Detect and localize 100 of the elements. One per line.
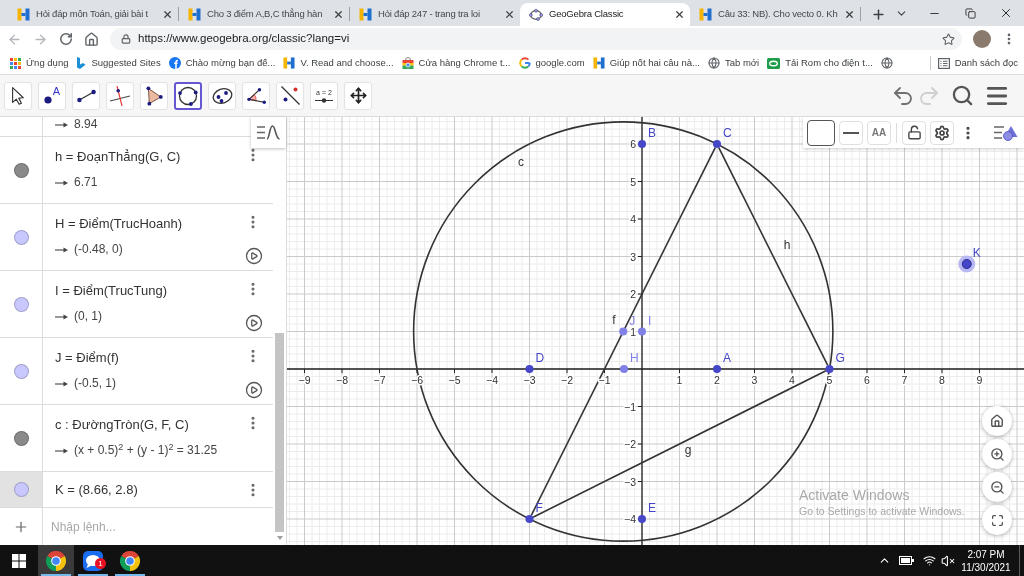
home-icon[interactable] xyxy=(84,31,99,47)
bookmark[interactable]: Tab mới xyxy=(705,55,762,71)
bookmark[interactable]: Ứng dụng xyxy=(8,55,71,71)
point-label: F xyxy=(535,501,543,515)
reading-list-button[interactable]: Danh sách đọc xyxy=(937,55,1018,71)
line-style-button[interactable] xyxy=(839,120,863,145)
zoom-in-icon xyxy=(989,446,1005,462)
close-icon[interactable] xyxy=(504,9,515,20)
address-field[interactable]: https://www.geogebra.org/classic?lang=vi xyxy=(110,28,962,50)
style-bar-toggle[interactable] xyxy=(251,117,286,148)
zoom-out-button[interactable] xyxy=(982,472,1012,502)
close-icon[interactable] xyxy=(999,6,1013,20)
restore-icon[interactable] xyxy=(964,7,976,19)
globe-icon xyxy=(880,57,893,69)
arrow-icon xyxy=(55,447,68,454)
search-icon[interactable] xyxy=(951,84,974,107)
play-icon[interactable] xyxy=(245,381,263,399)
lines-shapes-icon[interactable] xyxy=(994,124,1018,141)
clock-date[interactable]: 11/30/2021 xyxy=(961,560,1011,574)
avatar-placeholder[interactable] xyxy=(973,30,991,48)
browser-tab[interactable]: Cho 3 điểm A,B,C thẳng hàn xyxy=(179,3,349,26)
tick-label: 3 xyxy=(630,250,636,263)
bookmark[interactable]: Giúp nốt hai câu nà... xyxy=(590,55,702,71)
line-points-icon xyxy=(280,86,300,105)
new-tab-icon[interactable] xyxy=(871,7,886,22)
point[interactable] xyxy=(638,515,646,523)
object-label: g xyxy=(684,443,692,457)
tick-label: 4 xyxy=(630,213,636,225)
lock-icon xyxy=(121,34,131,44)
bookmark[interactable]: Tải Rom cho điện t... xyxy=(765,55,875,71)
play-icon[interactable] xyxy=(245,314,263,332)
browser-tab[interactable]: Hỏi đáp môn Toán, giải bài t xyxy=(8,3,178,26)
h-shape-icon xyxy=(699,8,712,21)
close-icon[interactable] xyxy=(162,9,173,20)
play-icon[interactable] xyxy=(245,247,263,265)
text-style-button[interactable]: AA xyxy=(867,120,891,145)
bookmark[interactable] xyxy=(878,57,895,69)
point[interactable] xyxy=(525,515,534,523)
reload-icon[interactable] xyxy=(59,32,73,46)
tick-label: −4 xyxy=(624,513,636,525)
browser-tab[interactable]: Hỏi đáp 247 - trang tra loi xyxy=(350,3,520,26)
grid-icon xyxy=(10,57,21,69)
point[interactable] xyxy=(638,140,646,148)
tick-label: 4 xyxy=(789,374,795,386)
tick-label: −1 xyxy=(598,374,611,386)
lock-button[interactable] xyxy=(902,120,926,145)
color-swatch-button[interactable] xyxy=(807,119,835,146)
speaker-muted-icon[interactable] xyxy=(941,553,955,568)
algebra-definition: K = (8.66, 2.8) xyxy=(55,480,138,499)
bookmark[interactable]: Cửa hàng Chrome t... xyxy=(399,55,513,71)
settings-button[interactable] xyxy=(930,120,954,145)
algebra-definition: h = ĐoạnThẳng(G, C) xyxy=(55,148,181,166)
activation-title: Activate Windows xyxy=(799,487,911,504)
point[interactable] xyxy=(619,327,628,336)
clock-time[interactable]: 2:07 PM xyxy=(967,547,1005,561)
tick-label: −9 xyxy=(298,374,311,386)
star-icon[interactable] xyxy=(942,32,955,46)
close-icon[interactable] xyxy=(844,9,855,20)
fullscreen-button[interactable] xyxy=(982,505,1012,535)
home-button[interactable] xyxy=(982,406,1012,436)
bookmark[interactable]: V. Read and choose... xyxy=(281,55,396,71)
point[interactable] xyxy=(961,259,972,269)
zoom-in-button[interactable] xyxy=(982,439,1012,469)
point[interactable] xyxy=(825,365,834,373)
tool-button[interactable] xyxy=(174,81,202,110)
tool-button[interactable]: A xyxy=(38,81,66,110)
list-box-icon xyxy=(937,57,950,69)
point[interactable] xyxy=(525,365,534,373)
tick-label: 2 xyxy=(714,374,720,386)
caret-down-icon[interactable] xyxy=(276,536,283,540)
point[interactable] xyxy=(713,365,721,373)
four-panes-icon[interactable] xyxy=(12,553,26,568)
algebra-value: 6.71 xyxy=(74,175,98,190)
bookmark[interactable]: Suggested Sites xyxy=(74,55,163,71)
taskbar-button[interactable] xyxy=(38,545,74,576)
bookmark[interactable]: google.com xyxy=(516,55,587,71)
h-shape-icon xyxy=(592,57,605,69)
scrollbar-thumb[interactable] xyxy=(275,333,284,532)
ellipse-dots-icon xyxy=(529,7,543,22)
close-icon[interactable] xyxy=(674,9,685,20)
unlocked-icon xyxy=(906,125,922,140)
taskbar-button[interactable]: 1 xyxy=(75,545,111,576)
algebra-value: (-0.5, 1) xyxy=(74,376,116,391)
tick-label: −4 xyxy=(486,374,498,386)
battery-icon[interactable] xyxy=(899,556,914,565)
line-style-icon xyxy=(843,131,859,134)
input-field[interactable]: Nhập lệnh... xyxy=(43,508,273,545)
close-icon[interactable] xyxy=(333,9,344,20)
point-label: C xyxy=(723,126,732,140)
object-label: f xyxy=(612,313,616,327)
wifi-icon[interactable] xyxy=(923,554,936,567)
rounded-tile-icon xyxy=(767,57,781,69)
bookmark[interactable]: Chào mừng bạn đế... xyxy=(166,55,278,71)
move-arrows-icon xyxy=(349,87,367,104)
browser-tab[interactable]: GeoGebra Classic xyxy=(520,3,690,26)
point[interactable] xyxy=(713,140,721,148)
point[interactable] xyxy=(638,327,646,336)
point-label: A xyxy=(723,351,731,365)
browser-tab[interactable]: Câu 33: NB). Cho vecto 0. Kh xyxy=(690,3,860,26)
tick-label: 5 xyxy=(630,175,636,188)
